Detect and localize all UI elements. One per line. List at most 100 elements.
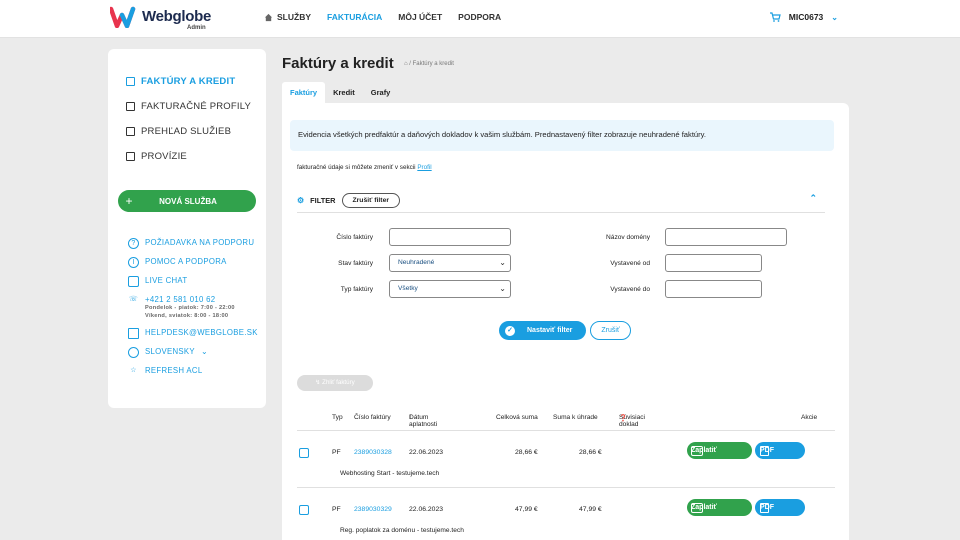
- refresh-acl-link[interactable]: ☆ REFRESH ACL: [128, 366, 258, 377]
- breadcrumb-current: / Faktúry a kredit: [409, 61, 454, 67]
- table-row: PF 2389030328 22.06.2023 28,66 € 28,66 €…: [297, 431, 835, 488]
- profile-link[interactable]: Profil: [417, 164, 431, 171]
- language-select[interactable]: SLOVENSKY ⌄: [128, 347, 258, 358]
- chevron-down-icon: ⌄: [499, 258, 506, 267]
- apply-filter-button[interactable]: ✓ Nastaviť filter: [499, 321, 586, 340]
- phone-link[interactable]: ☏ +421 2 581 010 62 Pondelok - piatok: 7…: [128, 295, 258, 320]
- col-number[interactable]: Číslo faktúry: [354, 414, 391, 421]
- sidebar-item-label: PROVÍZIE: [141, 151, 187, 162]
- table-header: Typ Číslo faktúry Dátum aplatnosti ↑ Cel…: [297, 401, 835, 431]
- live-chat-label: LIVE CHAT: [145, 276, 188, 285]
- collapse-invoices-label: Zhliť faktúry: [322, 379, 355, 386]
- new-service-button[interactable]: + NOVÁ SLUŽBA: [118, 190, 256, 212]
- chevron-up-icon[interactable]: ⌃: [809, 193, 817, 204]
- mail-icon: [128, 328, 139, 339]
- new-service-label: NOVÁ SLUŽBA: [159, 196, 217, 206]
- row-due: 47,99 €: [579, 506, 602, 513]
- invoice-type-select[interactable]: Všetky ⌄: [389, 280, 511, 298]
- row-checkbox[interactable]: [299, 505, 309, 515]
- pdf-label: PDF: [760, 447, 774, 454]
- filter-icon: ⚙: [297, 196, 305, 205]
- main-panel: Evidencia všetkých predfaktúr a daňových…: [282, 103, 849, 540]
- clear-filter-button[interactable]: Zrušiť filter: [341, 193, 400, 208]
- home-icon[interactable]: ⌂: [404, 61, 408, 67]
- nav-services-label: SLUŽBY: [277, 12, 311, 22]
- sidebar-item-commissions[interactable]: PROVÍZIE: [126, 144, 251, 169]
- email-label: HELPDESK@WEBGLOBE.SK: [145, 328, 258, 337]
- refresh-acl-label: REFRESH ACL: [145, 366, 203, 375]
- support-request-link[interactable]: ? POŽIADAVKA NA PODPORU: [128, 238, 258, 249]
- support-request-label: POŽIADAVKA NA PODPORU: [145, 238, 255, 247]
- row-description: Webhosting Start - testujeme.tech: [340, 470, 440, 477]
- tab-invoices[interactable]: Faktúry: [282, 82, 326, 104]
- row-number-link[interactable]: 2389030328: [354, 449, 392, 456]
- webglobe-logo[interactable]: Webglobe Admin: [110, 5, 211, 33]
- sidebar-item-label: FAKTÚRY A KREDIT: [141, 76, 236, 87]
- brand-sub: Admin: [187, 25, 206, 31]
- issued-to-label: Vystavené do: [610, 286, 650, 293]
- question-icon: ?: [128, 238, 139, 249]
- help-icon: ❓: [619, 415, 628, 422]
- row-type: PF: [332, 506, 341, 513]
- sidebar-item-label: PREHĽAD SLUŽIEB: [141, 126, 232, 137]
- row-date: 22.06.2023: [409, 506, 444, 513]
- nav-my-account-label: MÔJ ÚČET: [398, 12, 443, 22]
- plus-icon: +: [125, 194, 133, 208]
- pdf-label: PDF: [760, 504, 774, 511]
- pay-label: Zaplatiť: [691, 447, 717, 454]
- tab-charts[interactable]: Grafy: [363, 82, 399, 104]
- cart-icon[interactable]: [769, 12, 781, 22]
- invoice-type-label: Typ faktúry: [340, 286, 373, 293]
- profile-note: fakturačné údaje si môžete zmeniť v sekc…: [297, 164, 432, 171]
- apply-filter-label: Nastaviť filter: [527, 327, 573, 334]
- nav-billing[interactable]: FAKTURÁCIA: [327, 12, 382, 22]
- domain-name-label: Názov domény: [606, 234, 650, 241]
- nav-support[interactable]: PODPORA: [458, 12, 501, 22]
- tab-credit[interactable]: Kredit: [325, 82, 363, 104]
- page-title: Faktúry a kredit: [282, 55, 394, 72]
- row-total: 28,66 €: [515, 449, 538, 456]
- email-link[interactable]: HELPDESK@WEBGLOBE.SK: [128, 328, 258, 339]
- pdf-button[interactable]: PDF: [755, 499, 805, 516]
- pay-button[interactable]: Zaplatiť: [687, 499, 752, 516]
- col-type[interactable]: Typ: [332, 414, 343, 421]
- filter-label: FILTER: [310, 196, 336, 205]
- live-chat-link[interactable]: LIVE CHAT: [128, 276, 258, 287]
- pay-button[interactable]: Zaplatiť: [687, 442, 752, 459]
- main-nav: SLUŽBY FAKTURÁCIA MÔJ ÚČET PODPORA: [264, 12, 517, 22]
- col-due-amount[interactable]: Suma k úhrade: [553, 414, 598, 421]
- sidebar-item-billing-profiles[interactable]: FAKTURAČNÉ PROFILY: [126, 94, 251, 119]
- account-menu[interactable]: MIC0673 ⌄: [769, 12, 838, 22]
- help-link[interactable]: i POMOC A PODPORA: [128, 257, 258, 268]
- col-total[interactable]: Celková suma: [496, 414, 538, 421]
- help-label: POMOC A PODPORA: [145, 257, 227, 266]
- home-icon: [264, 13, 273, 21]
- row-date: 22.06.2023: [409, 449, 444, 456]
- issued-to-input[interactable]: [665, 280, 762, 298]
- breadcrumb: ⌂ / Faktúry a kredit: [404, 61, 454, 67]
- info-icon: i: [128, 257, 139, 268]
- star-icon: ☆: [130, 367, 137, 374]
- collapse-icon: ↯: [315, 379, 321, 386]
- sidebar-item-invoices[interactable]: FAKTÚRY A KREDIT: [126, 69, 251, 94]
- check-icon: ✓: [505, 325, 515, 336]
- document-icon: [126, 77, 135, 86]
- cancel-filter-button[interactable]: Zrušiť: [590, 321, 631, 340]
- issued-from-input[interactable]: [665, 254, 762, 272]
- col-actions: Akcie: [801, 414, 818, 421]
- invoice-status-value: Neuhradené: [398, 259, 435, 266]
- nav-billing-label: FAKTURÁCIA: [327, 12, 383, 22]
- row-number-link[interactable]: 2389030329: [354, 506, 392, 513]
- tabs: Faktúry Kredit Grafy: [282, 82, 398, 104]
- domain-name-input[interactable]: [665, 228, 787, 246]
- chevron-down-icon: ⌄: [200, 347, 208, 356]
- row-checkbox[interactable]: [299, 448, 309, 458]
- collapse-invoices-button[interactable]: ↯ Zhliť faktúry: [297, 375, 373, 391]
- nav-services[interactable]: SLUŽBY: [264, 12, 311, 22]
- nav-my-account[interactable]: MÔJ ÚČET: [398, 12, 442, 22]
- sidebar: FAKTÚRY A KREDIT FAKTURAČNÉ PROFILY PREH…: [108, 49, 266, 408]
- pdf-button[interactable]: PDF: [755, 442, 805, 459]
- invoice-status-select[interactable]: Neuhradené ⌄: [389, 254, 511, 272]
- sidebar-item-services[interactable]: PREHĽAD SLUŽIEB: [126, 119, 251, 144]
- invoice-number-input[interactable]: [389, 228, 511, 246]
